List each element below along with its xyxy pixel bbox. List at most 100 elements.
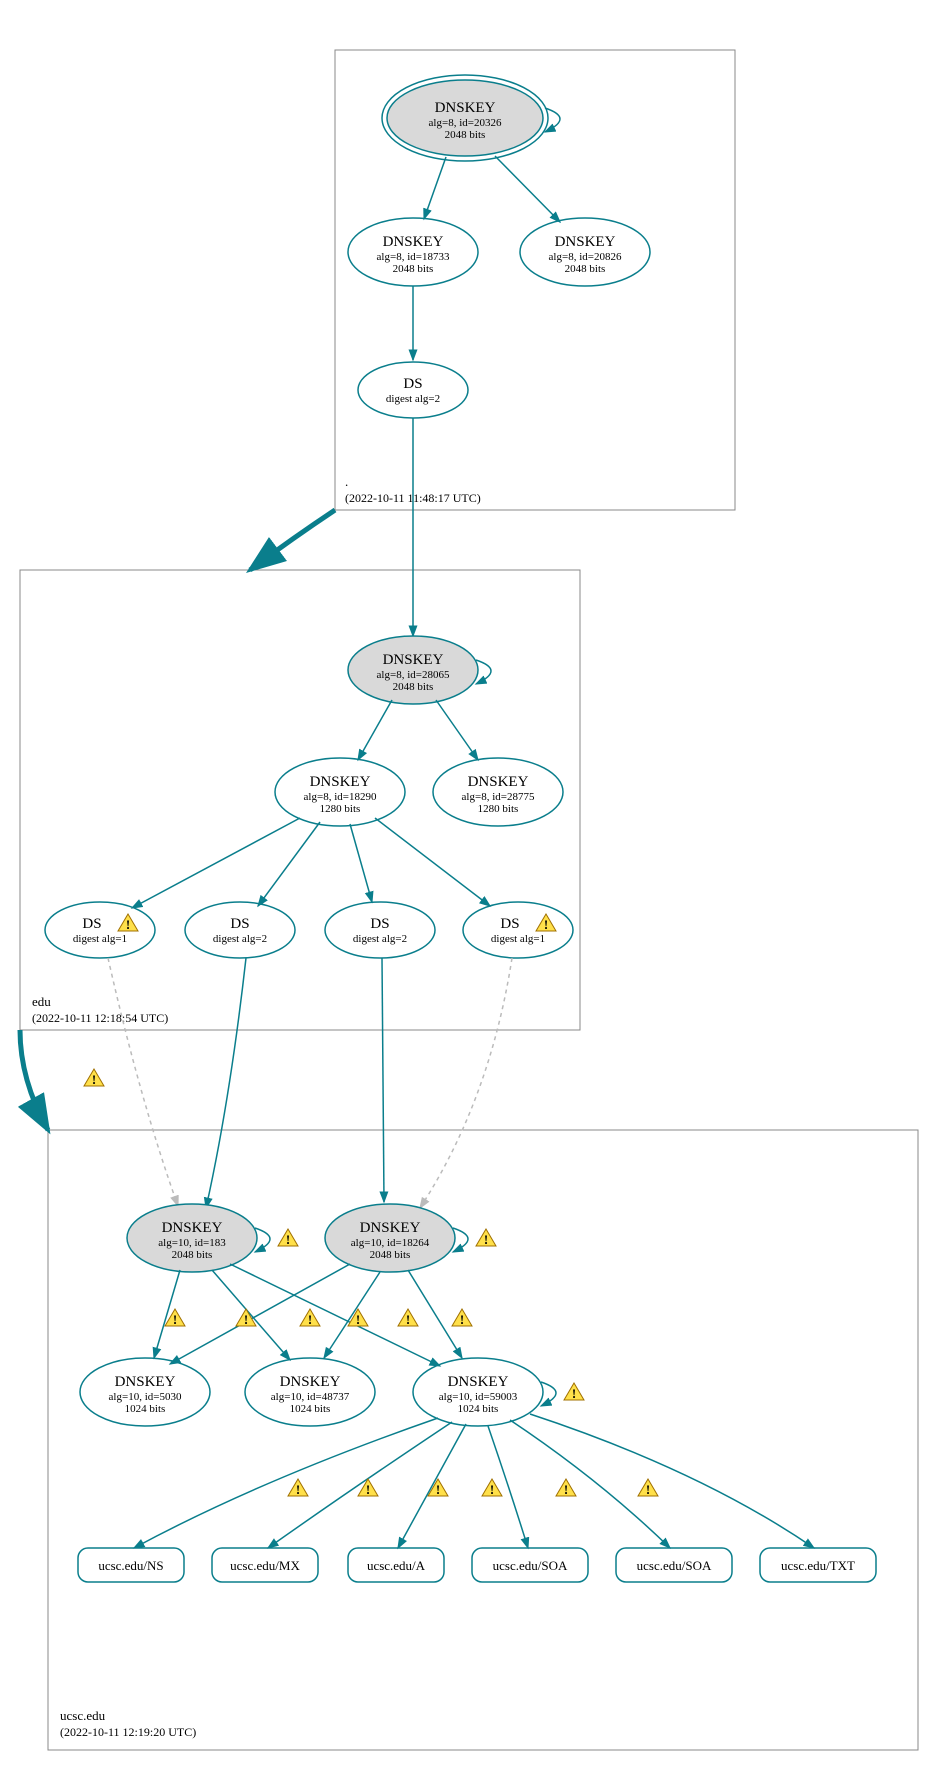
record-soa1[interactable]: ucsc.edu/SOA	[472, 1548, 588, 1582]
svg-text:alg=10, id=48737: alg=10, id=48737	[271, 1391, 350, 1403]
svg-text:DNSKEY: DNSKEY	[448, 1374, 509, 1390]
svg-text:DNSKEY: DNSKEY	[555, 234, 616, 250]
svg-text:1280 bits: 1280 bits	[478, 803, 519, 815]
svg-text:ucsc.edu/A: ucsc.edu/A	[367, 1558, 426, 1573]
svg-text:2048 bits: 2048 bits	[370, 1249, 411, 1261]
edge-root-to-edu	[250, 510, 335, 570]
edge	[495, 156, 560, 222]
node-ucsc-zsk1[interactable]: DNSKEY alg=10, id=5030 1024 bits	[80, 1358, 210, 1426]
svg-text:2048 bits: 2048 bits	[445, 129, 486, 141]
svg-text:DNSKEY: DNSKEY	[360, 1220, 421, 1236]
edge	[134, 1418, 438, 1548]
node-ucsc-ksk1[interactable]: DNSKEY alg=10, id=183 2048 bits	[127, 1204, 257, 1272]
edge-dashed	[420, 958, 512, 1208]
edge	[324, 1272, 380, 1358]
svg-text:2048 bits: 2048 bits	[172, 1249, 213, 1261]
edge	[206, 958, 246, 1208]
node-edu-ksk[interactable]: DNSKEY alg=8, id=28065 2048 bits	[348, 636, 478, 704]
node-ucsc-zsk3[interactable]: DNSKEY alg=10, id=59003 1024 bits	[413, 1358, 543, 1426]
svg-text:1280 bits: 1280 bits	[320, 803, 361, 815]
svg-text:alg=8, id=18290: alg=8, id=18290	[304, 791, 377, 803]
svg-text:1024 bits: 1024 bits	[458, 1403, 499, 1415]
node-edu-ds2[interactable]: DS digest alg=2	[185, 902, 295, 958]
node-root-ds[interactable]: DS digest alg=2	[358, 362, 468, 418]
svg-text:ucsc.edu/TXT: ucsc.edu/TXT	[781, 1558, 855, 1573]
warning-icon	[300, 1309, 320, 1327]
node-edu-ds4[interactable]: DS digest alg=1	[463, 902, 573, 958]
svg-text:alg=8, id=20326: alg=8, id=20326	[429, 117, 502, 129]
zone-root-name: .	[345, 474, 348, 489]
svg-text:ucsc.edu/SOA: ucsc.edu/SOA	[493, 1558, 568, 1573]
svg-text:alg=8, id=28775: alg=8, id=28775	[462, 791, 535, 803]
edge	[132, 818, 300, 908]
svg-text:DS: DS	[500, 916, 519, 932]
edge	[424, 157, 446, 219]
svg-text:ucsc.edu/SOA: ucsc.edu/SOA	[637, 1558, 712, 1573]
node-root-zsk2[interactable]: DNSKEY alg=8, id=20826 2048 bits	[520, 218, 650, 286]
svg-text:ucsc.edu/MX: ucsc.edu/MX	[230, 1558, 300, 1573]
svg-text:alg=10, id=59003: alg=10, id=59003	[439, 1391, 518, 1403]
svg-text:digest alg=1: digest alg=1	[491, 933, 545, 945]
svg-text:ucsc.edu/NS: ucsc.edu/NS	[98, 1558, 163, 1573]
warning-icon	[482, 1479, 502, 1497]
svg-text:DNSKEY: DNSKEY	[383, 652, 444, 668]
warning-icon	[452, 1309, 472, 1327]
svg-text:digest alg=2: digest alg=2	[386, 393, 440, 405]
edge	[258, 822, 320, 906]
svg-text:DNSKEY: DNSKEY	[383, 234, 444, 250]
warning-icon	[84, 1069, 104, 1087]
node-edu-ds3[interactable]: DS digest alg=2	[325, 902, 435, 958]
svg-text:1024 bits: 1024 bits	[125, 1403, 166, 1415]
record-a[interactable]: ucsc.edu/A	[348, 1548, 444, 1582]
svg-text:2048 bits: 2048 bits	[393, 681, 434, 693]
warning-icon	[638, 1479, 658, 1497]
svg-text:digest alg=2: digest alg=2	[213, 933, 267, 945]
edge-edu-to-ucsc	[20, 1030, 48, 1130]
node-ucsc-zsk2[interactable]: DNSKEY alg=10, id=48737 1024 bits	[245, 1358, 375, 1426]
edge	[350, 824, 372, 902]
svg-text:DNSKEY: DNSKEY	[310, 774, 371, 790]
warning-icon	[348, 1309, 368, 1327]
svg-text:alg=10, id=18264: alg=10, id=18264	[351, 1237, 430, 1249]
svg-text:alg=8, id=18733: alg=8, id=18733	[377, 251, 450, 263]
warning-icon	[278, 1229, 298, 1247]
edge	[212, 1270, 290, 1360]
node-root-zsk1[interactable]: DNSKEY alg=8, id=18733 2048 bits	[348, 218, 478, 286]
svg-text:DNSKEY: DNSKEY	[115, 1374, 176, 1390]
svg-text:DS: DS	[403, 376, 422, 392]
node-ucsc-ksk2[interactable]: DNSKEY alg=10, id=18264 2048 bits	[325, 1204, 455, 1272]
edge	[375, 818, 490, 906]
node-edu-ds1[interactable]: DS digest alg=1	[45, 902, 155, 958]
record-txt[interactable]: ucsc.edu/TXT	[760, 1548, 876, 1582]
warning-icon	[288, 1479, 308, 1497]
warning-icon	[476, 1229, 496, 1247]
record-ns[interactable]: ucsc.edu/NS	[78, 1548, 184, 1582]
svg-text:digest alg=1: digest alg=1	[73, 933, 127, 945]
zone-ucsc-time: (2022-10-11 12:19:20 UTC)	[60, 1725, 196, 1739]
svg-text:2048 bits: 2048 bits	[393, 263, 434, 275]
edge	[530, 1414, 814, 1548]
svg-text:DS: DS	[230, 916, 249, 932]
node-edu-zsk2[interactable]: DNSKEY alg=8, id=28775 1280 bits	[433, 758, 563, 826]
edge	[398, 1424, 466, 1548]
svg-text:2048 bits: 2048 bits	[565, 263, 606, 275]
warning-icon	[564, 1383, 584, 1401]
node-root-ksk[interactable]: DNSKEY alg=8, id=20326 2048 bits	[382, 75, 548, 161]
node-edu-zsk1[interactable]: DNSKEY alg=8, id=18290 1280 bits	[275, 758, 405, 826]
svg-text:alg=8, id=20826: alg=8, id=20826	[549, 251, 622, 263]
record-soa2[interactable]: ucsc.edu/SOA	[616, 1548, 732, 1582]
zone-edu-time: (2022-10-11 12:18:54 UTC)	[32, 1011, 168, 1025]
zone-ucsc-name: ucsc.edu	[60, 1708, 106, 1723]
warning-icon	[398, 1309, 418, 1327]
warning-icon	[556, 1479, 576, 1497]
edge	[436, 700, 478, 760]
svg-text:DS: DS	[82, 916, 101, 932]
svg-text:DNSKEY: DNSKEY	[162, 1220, 223, 1236]
record-mx[interactable]: ucsc.edu/MX	[212, 1548, 318, 1582]
edge	[408, 1270, 462, 1358]
svg-text:1024 bits: 1024 bits	[290, 1403, 331, 1415]
zone-edu-name: edu	[32, 994, 51, 1009]
svg-text:alg=10, id=5030: alg=10, id=5030	[109, 1391, 182, 1403]
warning-icon	[358, 1479, 378, 1497]
edge	[358, 700, 392, 760]
